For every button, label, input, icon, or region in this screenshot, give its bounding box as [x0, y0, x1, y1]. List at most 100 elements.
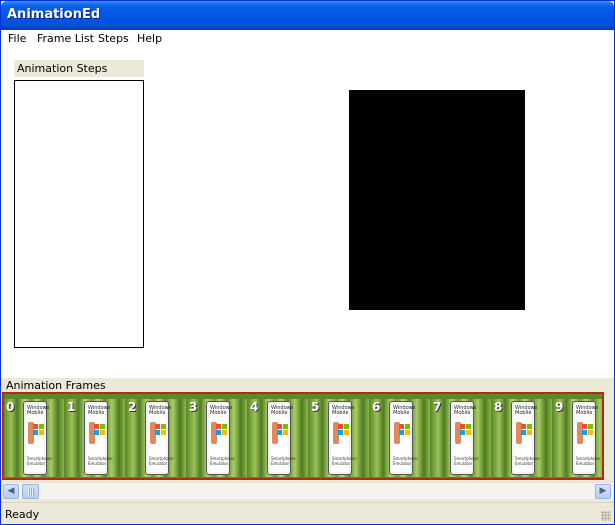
phone-subtitle-text: Smartphone Emulator [332, 456, 357, 466]
logo-square [405, 424, 410, 429]
phone-screen: Windows Mobile Smartphone Emulator [514, 404, 540, 472]
phone-subtitle-text: Smartphone Emulator [454, 456, 479, 466]
logo-square [588, 424, 593, 429]
phone-image: Windows Mobile Smartphone Emulator [206, 401, 235, 475]
frames-track: 0 Windows Mobile Smartphone Emulator 1 Windo… [4, 399, 602, 477]
grip-icon [28, 488, 34, 496]
phone-title-text: Windows Mobile [88, 405, 111, 416]
logo-square [283, 424, 288, 429]
frame-thumbnail[interactable]: 8 Windows Mobile Smartphone Emulator [492, 399, 552, 477]
phone-subtitle-text: Smartphone Emulator [27, 456, 52, 466]
frame-number: 9 [555, 400, 564, 414]
phone-screen: Windows Mobile Smartphone Emulator [575, 404, 601, 472]
animation-frames-panel: Animation Frames 0 Windows Mobile Smartpho… [1, 378, 614, 500]
phone-screen: Windows Mobile Smartphone Emulator [26, 404, 52, 472]
frame-number: 6 [372, 400, 381, 414]
main-content: Animation Steps [1, 49, 614, 378]
menu-frame-list[interactable]: Frame List [37, 32, 94, 45]
windows-logo-icon [395, 424, 410, 436]
scroll-thumb[interactable] [22, 484, 39, 499]
phone-subtitle-text: Smartphone Emulator [88, 456, 113, 466]
logo-square [155, 424, 160, 429]
phone-title-text: Windows Mobile [27, 405, 50, 416]
windows-logo-icon [151, 424, 166, 436]
frame-thumbnail[interactable]: 1 Windows Mobile Smartphone Emulator [65, 399, 125, 477]
scroll-right-button[interactable]: ▶ [595, 484, 611, 499]
logo-square [460, 430, 465, 435]
frame-thumbnail[interactable]: 7 Windows Mobile Smartphone Emulator [431, 399, 491, 477]
frame-thumbnail[interactable]: 6 Windows Mobile Smartphone Emulator [370, 399, 430, 477]
horizontal-scrollbar[interactable]: ◀ ▶ [2, 482, 613, 499]
logo-square [33, 430, 38, 435]
frame-thumbnail[interactable]: 4 Windows Mobile Smartphone Emulator [248, 399, 308, 477]
logo-square [100, 424, 105, 429]
logo-square [466, 430, 471, 435]
logo-square [39, 424, 44, 429]
animation-steps-list[interactable] [14, 80, 144, 348]
phone-subtitle-text: Smartphone Emulator [210, 456, 235, 466]
logo-square [94, 424, 99, 429]
phone-subtitle-text: Smartphone Emulator [393, 456, 418, 466]
menu-file[interactable]: File [8, 32, 26, 45]
phone-image: Windows Mobile Smartphone Emulator [267, 401, 296, 475]
frame-thumbnail[interactable]: 0 Windows Mobile Smartphone Emulator [4, 399, 64, 477]
phone-title-text: Windows Mobile [515, 405, 538, 416]
phone-subtitle-text: Smartphone Emulator [515, 456, 540, 466]
windows-logo-icon [90, 424, 105, 436]
phone-screen: Windows Mobile Smartphone Emulator [209, 404, 235, 472]
logo-square [399, 430, 404, 435]
logo-square [527, 430, 532, 435]
windows-logo-icon [334, 424, 349, 436]
frames-list[interactable]: 0 Windows Mobile Smartphone Emulator 1 Windo… [2, 392, 604, 480]
phone-image: Windows Mobile Smartphone Emulator [23, 401, 52, 475]
resize-grip-icon[interactable] [601, 511, 611, 521]
phone-image: Windows Mobile Smartphone Emulator [84, 401, 113, 475]
frame-thumbnail[interactable]: 2 Windows Mobile Smartphone Emulator [126, 399, 186, 477]
frame-thumbnail[interactable]: 9 Windows Mobile Smartphone Emulator [553, 399, 602, 477]
logo-square [460, 424, 465, 429]
windows-logo-icon [517, 424, 532, 436]
logo-square [277, 424, 282, 429]
frame-number: 3 [189, 400, 198, 414]
phone-image: Windows Mobile Smartphone Emulator [389, 401, 418, 475]
phone-image: Windows Mobile Smartphone Emulator [328, 401, 357, 475]
phone-screen: Windows Mobile Smartphone Emulator [270, 404, 296, 472]
logo-square [588, 430, 593, 435]
phone-title-text: Windows Mobile [149, 405, 172, 416]
phone-screen: Windows Mobile Smartphone Emulator [392, 404, 418, 472]
menu-help[interactable]: Help [137, 32, 162, 45]
frame-thumbnail[interactable]: 3 Windows Mobile Smartphone Emulator [187, 399, 247, 477]
phone-title-text: Windows Mobile [210, 405, 233, 416]
logo-square [161, 424, 166, 429]
windows-logo-icon [273, 424, 288, 436]
phone-image: Windows Mobile Smartphone Emulator [145, 401, 174, 475]
title-bar[interactable]: AnimationEd [1, 1, 614, 30]
windows-logo-icon [456, 424, 471, 436]
frame-number: 0 [6, 400, 15, 414]
logo-square [33, 424, 38, 429]
logo-square [405, 430, 410, 435]
logo-square [94, 430, 99, 435]
logo-square [582, 430, 587, 435]
frame-thumbnail[interactable]: 5 Windows Mobile Smartphone Emulator [309, 399, 369, 477]
phone-title-text: Windows Mobile [271, 405, 294, 416]
logo-square [527, 424, 532, 429]
menu-steps[interactable]: Steps [98, 32, 129, 45]
logo-square [216, 430, 221, 435]
logo-square [222, 430, 227, 435]
frame-number: 1 [67, 400, 76, 414]
phone-image: Windows Mobile Smartphone Emulator [450, 401, 479, 475]
arrow-left-icon: ◀ [7, 486, 15, 496]
phone-subtitle-text: Smartphone Emulator [576, 456, 601, 466]
logo-square [344, 424, 349, 429]
frame-number: 2 [128, 400, 137, 414]
logo-square [277, 430, 282, 435]
logo-square [521, 424, 526, 429]
logo-square [216, 424, 221, 429]
phone-title-text: Windows Mobile [332, 405, 355, 416]
scroll-left-button[interactable]: ◀ [3, 484, 19, 499]
animation-frames-label: Animation Frames [6, 379, 106, 392]
logo-square [338, 424, 343, 429]
frame-number: 8 [494, 400, 503, 414]
phone-title-text: Windows Mobile [393, 405, 416, 416]
